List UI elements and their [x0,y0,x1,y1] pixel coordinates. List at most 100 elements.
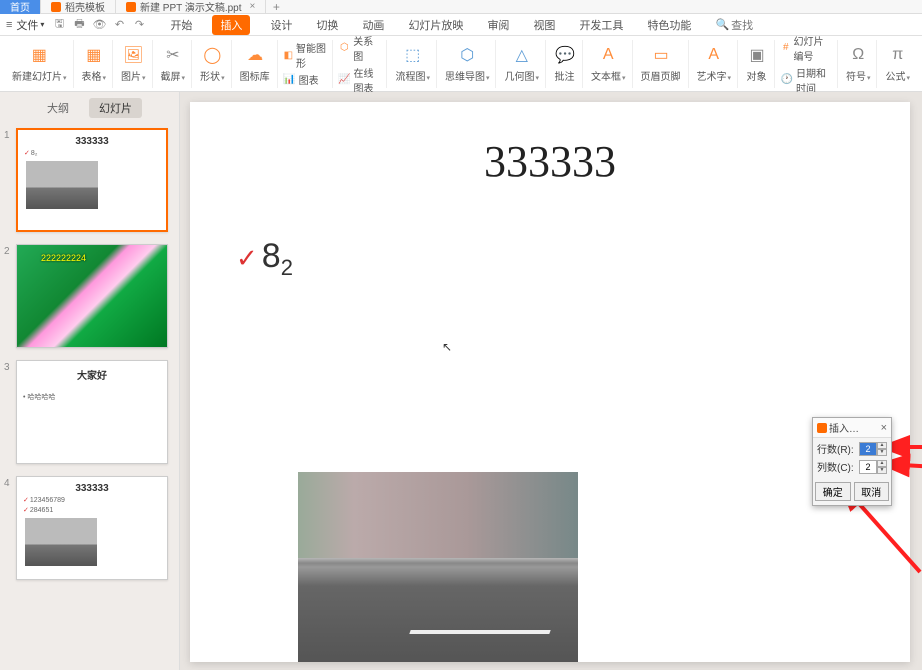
slide-sidebar: 大纲 幻灯片 1 333333 8₂ 2 222222224 [0,92,180,670]
ribbon-chart[interactable]: 📊图表 [284,72,328,87]
new-slide-icon: ▦ [28,44,50,66]
ribbon-tab-insert[interactable]: 插入 [212,15,250,35]
ribbon-tab-devtools[interactable]: 开发工具 [575,15,627,35]
bullet-text: 82 [262,237,293,281]
dialog-titlebar[interactable]: 插入… × [813,418,891,438]
chart-icon: 📊 [284,74,296,86]
cols-label: 列数(C): [817,459,854,474]
ribbon-relation[interactable]: ⬡关系图 [339,33,383,63]
file-menu[interactable]: 文件 [16,17,44,33]
slide[interactable]: 333333 ✓ 82 ↖ [190,102,910,662]
comment-icon: 💬 [554,44,576,66]
print-icon[interactable]: 🖶 [72,18,86,32]
ribbon-mindmap[interactable]: ⬡思维导图 [439,40,497,88]
object-icon: ▣ [746,44,768,66]
ribbon-new-slide[interactable]: ▦新建幻灯片 [6,40,74,88]
thumb-preview[interactable]: 333333 123456789 284651 [16,476,168,580]
ribbon-tab-transition[interactable]: 切换 [312,15,342,35]
headerfooter-icon: ▭ [650,44,672,66]
equation-icon: π [887,44,909,66]
cols-spin-up[interactable]: ▲ [877,460,887,467]
ribbon-slidenumber[interactable]: #幻灯片编号 [781,33,833,63]
thumb-title: 333333 [24,136,160,147]
slide-canvas[interactable]: 333333 ✓ 82 ↖ 插入… × 行数(R): ▲ [180,92,922,670]
ribbon-tabs: 开始 插入 设计 切换 动画 幻灯片放映 审阅 视图 开发工具 特色功能 [166,15,695,35]
ribbon-shape[interactable]: ◯形状 [194,40,232,88]
textbox-icon: A [597,44,619,66]
tab-home[interactable]: 首页 [0,0,41,14]
slide-title[interactable]: 333333 [230,136,870,187]
rows-spin-up[interactable]: ▲ [877,442,887,449]
ribbon-equation[interactable]: π公式 [879,40,916,88]
undo-icon[interactable]: ↶ [112,18,126,32]
ribbon-picture[interactable]: 🖼图片 [115,40,153,88]
redo-icon[interactable]: ↷ [132,18,146,32]
checkmark-icon: ✓ [236,243,258,274]
dialog-close-button[interactable]: × [881,422,887,434]
close-tab-icon[interactable]: × [250,1,256,12]
ribbon-datetime[interactable]: 🕐日期和时间 [781,65,833,95]
ribbon-tab-view[interactable]: 视图 [529,15,559,35]
slide-image[interactable] [298,472,578,662]
ribbon-tab-design[interactable]: 设计 [266,15,296,35]
ribbon-screenshot[interactable]: ✂截屏 [155,40,193,88]
cols-spin-down[interactable]: ▼ [877,467,887,474]
mindmap-icon: ⬡ [456,44,478,66]
ribbon-tab-start[interactable]: 开始 [166,15,196,35]
ribbon-comment[interactable]: 💬批注 [548,40,583,88]
rows-input[interactable] [859,442,877,456]
dialog-icon [817,423,827,433]
preview-icon[interactable]: 👁 [92,18,106,32]
ribbon-symbol[interactable]: Ω符号 [840,40,878,88]
tab-template[interactable]: 稻壳模板 [41,0,116,14]
ribbon-table[interactable]: ▦表格 [76,40,114,88]
tab-document[interactable]: 新建 PPT 演示文稿.ppt× [116,0,266,14]
ribbon-flowchart[interactable]: ⬚流程图 [389,40,437,88]
sidebar-tab-outline[interactable]: 大纲 [37,98,79,118]
thumb-subtitle: 8₂ [24,149,160,157]
save-icon[interactable]: 🖫 [52,18,66,32]
ribbon-wordart[interactable]: A艺术字 [691,40,739,88]
dialog-title: 插入… [829,420,859,435]
cols-input[interactable] [859,460,877,474]
shape-icon: ◯ [201,44,223,66]
ribbon-smartgraphic[interactable]: ◧智能图形 [284,40,328,70]
add-tab-button[interactable]: + [266,0,286,14]
thumb-preview[interactable]: 大家好 • 哈哈哈哈 [16,360,168,464]
thumbnail-item[interactable]: 4 333333 123456789 284651 [8,476,171,580]
ribbon-tab-slideshow[interactable]: 幻灯片放映 [404,15,467,35]
table-icon: ▦ [83,44,105,66]
slidenumber-icon: # [781,42,790,54]
ribbon-tab-review[interactable]: 审阅 [483,15,513,35]
search-icon: 🔍 [715,18,729,31]
thumb-image [26,161,98,209]
ribbon-tab-features[interactable]: 特色功能 [643,15,695,35]
dialog-ok-button[interactable]: 确定 [815,482,851,501]
ribbon-headerfooter[interactable]: ▭页眉页脚 [635,40,689,88]
search-button[interactable]: 🔍查找 [715,17,753,33]
screenshot-icon: ✂ [162,44,184,66]
thumb-preview[interactable]: 222222224 [16,244,168,348]
thumb-title: 大家好 [23,367,161,382]
slide-bullet[interactable]: ✓ 82 [236,237,870,281]
thumb-subtitle: • 哈哈哈哈 [23,392,161,402]
ribbon-iconlib[interactable]: ☁图标库 [234,40,278,88]
ribbon-object[interactable]: ▣对象 [740,40,775,88]
ribbon-textbox[interactable]: A文本框 [585,40,633,88]
rows-spin-down[interactable]: ▼ [877,449,887,456]
thumbnail-item[interactable]: 1 333333 8₂ [8,128,171,232]
thumb-preview[interactable]: 333333 8₂ [16,128,168,232]
thumbnail-item[interactable]: 2 222222224 [8,244,171,348]
thumbnails-list[interactable]: 1 333333 8₂ 2 222222224 3 大家好 [0,124,179,670]
thumb-sub2: 284651 [23,506,161,514]
ppt-icon [126,2,136,12]
ribbon-onlinechart[interactable]: 📈在线图表 [339,65,383,95]
ribbon-geometry[interactable]: △几何图 [498,40,546,88]
picture-icon: 🖼 [122,44,144,66]
main-area: 大纲 幻灯片 1 333333 8₂ 2 222222224 [0,92,922,670]
sidebar-tab-slides[interactable]: 幻灯片 [89,98,142,118]
hamburger-icon[interactable]: ≡ [6,19,12,31]
dialog-cancel-button[interactable]: 取消 [854,482,890,501]
ribbon-tab-animation[interactable]: 动画 [358,15,388,35]
thumbnail-item[interactable]: 3 大家好 • 哈哈哈哈 [8,360,171,464]
